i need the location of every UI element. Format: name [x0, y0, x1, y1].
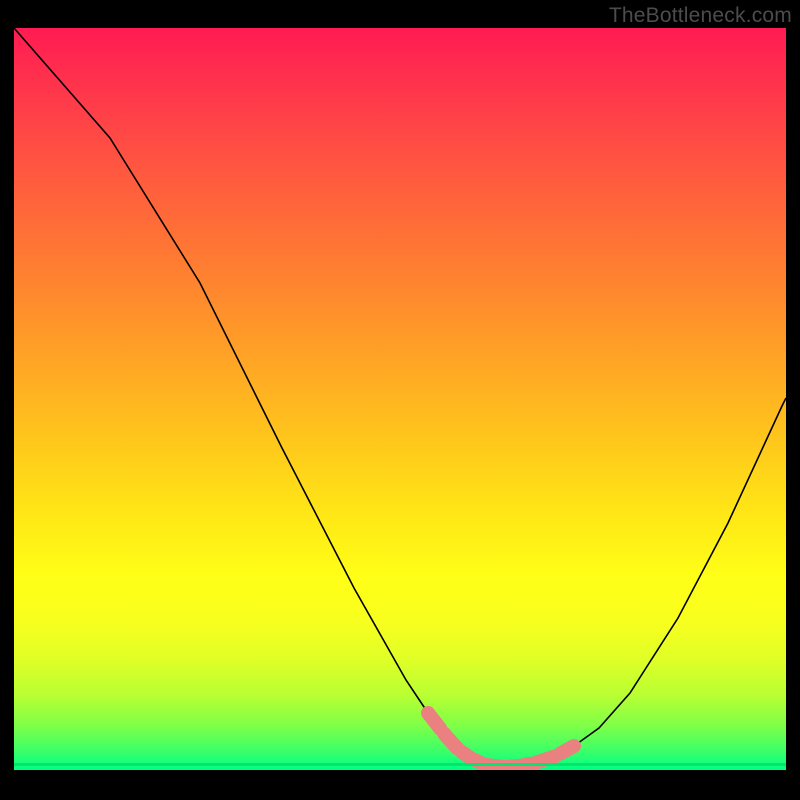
bottom-margin [14, 770, 786, 800]
chart-frame [14, 28, 786, 800]
plot-area [14, 28, 786, 770]
chart-svg [14, 28, 786, 770]
baseline-band [14, 763, 786, 766]
watermark-text: TheBottleneck.com [609, 4, 792, 28]
bottleneck-curve [14, 28, 786, 767]
optimal-range-highlight [428, 713, 574, 767]
